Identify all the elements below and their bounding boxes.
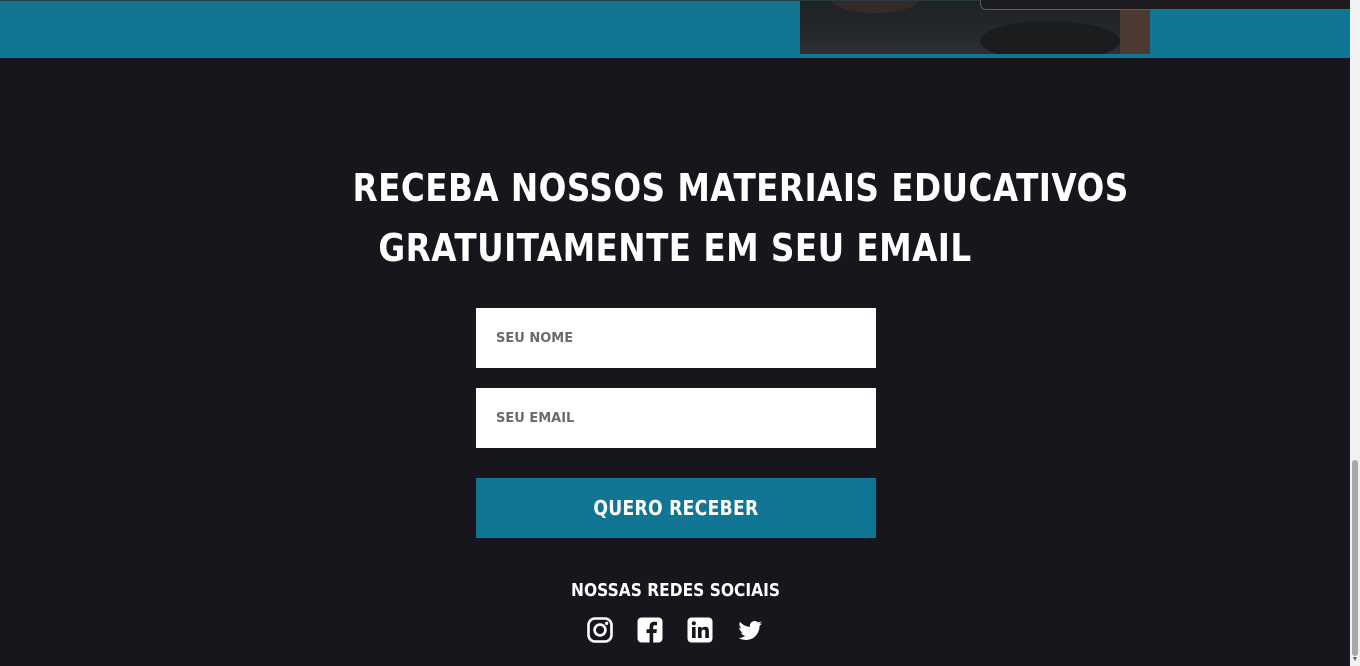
social-title-text: NOSSAS REDES SOCIAIS <box>571 580 781 601</box>
name-input[interactable] <box>476 308 876 368</box>
instagram-icon[interactable] <box>586 616 614 644</box>
facebook-icon[interactable] <box>636 616 664 644</box>
submit-button-label: QUERO RECEBER <box>593 496 759 520</box>
newsletter-headline: RECEBA NOSSOS MATERIAIS EDUCATIVOS GRATU… <box>352 158 1129 278</box>
linkedin-icon[interactable] <box>686 616 714 644</box>
page: ✕ RECEBA NOSSOS MATERIAIS EDUCATIVOS GRA… <box>0 0 1360 666</box>
social-title: NOSSAS REDES SOCIAIS <box>476 580 876 601</box>
headline-line-1: RECEBA NOSSOS MATERIAIS EDUCATIVOS <box>352 166 1129 210</box>
headline-line-2: GRATUITAMENTE EM SEU EMAIL <box>378 226 972 270</box>
social-links <box>586 616 766 644</box>
scrollbar-thumb[interactable] <box>1352 460 1358 656</box>
scroll-down-arrow-icon[interactable]: ▼ <box>1351 656 1359 664</box>
twitter-icon[interactable] <box>736 616 764 644</box>
popup-panel-edge <box>980 0 1360 10</box>
submit-button[interactable]: QUERO RECEBER <box>476 478 876 538</box>
email-input[interactable] <box>476 388 876 448</box>
